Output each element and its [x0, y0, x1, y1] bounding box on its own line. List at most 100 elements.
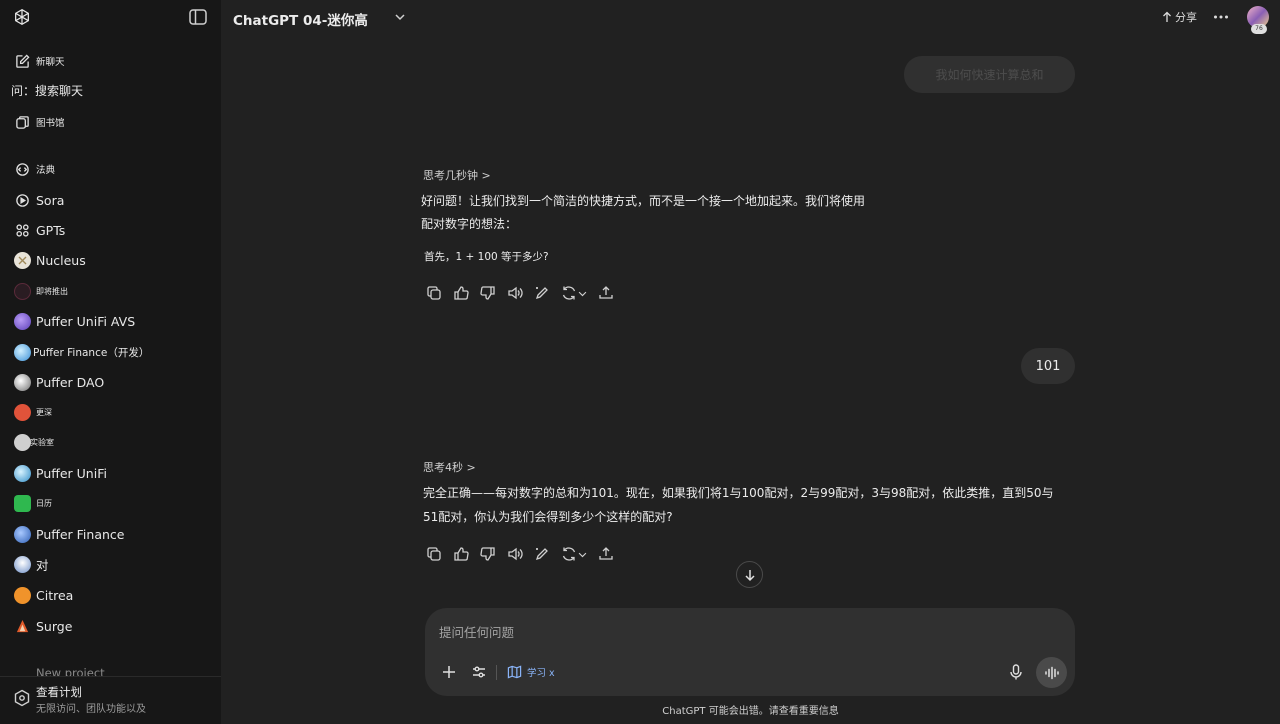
- model-selector[interactable]: ChatGPT 04-迷你高: [233, 9, 368, 29]
- speaker-icon: [508, 547, 523, 561]
- copy-button[interactable]: [424, 544, 444, 564]
- sidebar-item-label: Sora: [36, 192, 65, 208]
- message-actions: [424, 543, 623, 565]
- study-mode-chip[interactable]: 学习 x: [507, 662, 555, 682]
- sidebar-item-calendar[interactable]: 日历: [0, 489, 221, 517]
- chatgpt-app: 新聊天 问：搜索聊天 图书馆 法典 Sora GPTs Nucleus 即将推出…: [0, 0, 1280, 724]
- codex-icon: [13, 160, 31, 178]
- assistant-text-line: 好问题！让我们找到一个简洁的快捷方式，而不是一个接一个地加起来。我们将使用: [421, 194, 866, 208]
- thumbs-up-icon: [454, 547, 469, 561]
- regenerate-button[interactable]: [559, 283, 589, 303]
- copy-icon: [427, 547, 441, 561]
- sidebar-item-library[interactable]: 图书馆: [0, 108, 221, 136]
- sidebar-item-surge[interactable]: Surge: [0, 612, 221, 640]
- sidebar-item-label: 法典: [36, 165, 56, 176]
- study-mode-label: 学习 x: [527, 668, 555, 679]
- copy-button[interactable]: [424, 283, 444, 303]
- pencil-sparkle-icon: [535, 287, 548, 300]
- sidebar-item-label: 更深: [36, 407, 52, 417]
- sidebar-item-new-chat[interactable]: 新聊天: [0, 47, 221, 75]
- sidebar-item-label: 新聊天: [36, 57, 65, 68]
- pencil-sparkle-icon: [535, 548, 548, 561]
- share-icon: [1163, 11, 1171, 22]
- read-aloud-button[interactable]: [505, 283, 525, 303]
- more-options-icon[interactable]: [1212, 9, 1230, 25]
- chevron-down-icon: [578, 291, 586, 296]
- sidebar-item-citrea[interactable]: Citrea: [0, 581, 221, 609]
- openai-logo-icon[interactable]: [12, 7, 32, 27]
- chevron-down-icon: [578, 552, 586, 557]
- edit-button[interactable]: [532, 544, 552, 564]
- library-icon: [13, 113, 31, 131]
- user-message: 101: [1021, 348, 1075, 384]
- sidebar-item-puffer-unifi-avs[interactable]: Puffer UniFi AVS: [0, 307, 221, 335]
- read-aloud-button[interactable]: [505, 544, 525, 564]
- thinking-toggle[interactable]: 思考几秒钟 >: [423, 167, 491, 183]
- copy-icon: [427, 286, 441, 300]
- sidebar-item-label: 图书馆: [36, 118, 65, 129]
- deeper-avatar-icon: [13, 403, 31, 421]
- sidebar-item-label: 实验室: [30, 437, 54, 447]
- sidebar-item-label: 对: [36, 557, 49, 573]
- thumbs-up-button[interactable]: [451, 283, 471, 303]
- thumbs-down-icon: [480, 286, 495, 300]
- sidebar-item-label: Puffer UniFi AVS: [36, 313, 136, 329]
- refresh-icon: [562, 286, 575, 300]
- sidebar-item-dui[interactable]: 对: [0, 550, 221, 578]
- surge-avatar-icon: [13, 617, 31, 635]
- thinking-toggle[interactable]: 思考4秒 >: [423, 459, 476, 475]
- sidebar-item-puffer-dao[interactable]: Puffer DAO: [0, 368, 221, 396]
- sidebar-item-label: 即将推出: [36, 286, 68, 296]
- microphone-icon[interactable]: [1007, 663, 1025, 681]
- user-message: 我如何快速计算总和: [904, 56, 1075, 93]
- share-message-button[interactable]: [596, 544, 616, 564]
- sidebar-item-puffer-unifi[interactable]: Puffer UniFi: [0, 459, 221, 487]
- sidebar-item-codex[interactable]: 法典: [0, 155, 221, 183]
- thumbs-down-button[interactable]: [478, 283, 498, 303]
- voice-mode-button[interactable]: [1036, 657, 1067, 688]
- sidebar-item-deeper[interactable]: 更深: [0, 398, 221, 426]
- avatar-badge: 76: [1251, 24, 1267, 34]
- divider: [496, 665, 497, 680]
- sidebar-item-nucleus[interactable]: Nucleus: [0, 246, 221, 274]
- sidebar-item-coming-soon[interactable]: 即将推出: [0, 277, 221, 305]
- puffer-unifi-avs-avatar-icon: [13, 312, 31, 330]
- assistant-text-line: 51配对，你认为我们会得到多少个这样的配对?: [423, 510, 673, 524]
- sidebar-item-gpts[interactable]: GPTs: [0, 216, 221, 244]
- sidebar-top: [0, 0, 221, 34]
- tools-icon[interactable]: [470, 663, 488, 681]
- dui-avatar-icon: [13, 555, 31, 573]
- scroll-to-bottom-button[interactable]: [736, 561, 763, 588]
- sidebar-item-puffer-finance-dev[interactable]: Puffer Finance（开发）: [0, 338, 221, 366]
- speaker-icon: [508, 286, 523, 300]
- calendar-avatar-icon: [13, 494, 31, 512]
- sidebar-item-search-chat[interactable]: 问：搜索聊天: [0, 76, 221, 104]
- share-button[interactable]: 分享: [1162, 9, 1197, 25]
- arrow-down-icon: [744, 569, 755, 581]
- chevron-down-icon[interactable]: [393, 10, 407, 24]
- share-message-button[interactable]: [596, 283, 616, 303]
- sidebar-toggle-icon[interactable]: [188, 8, 208, 26]
- composer: 学习 x: [425, 608, 1075, 696]
- thumbs-down-button[interactable]: [478, 544, 498, 564]
- voice-waveform-icon: [1044, 666, 1059, 679]
- sidebar-item-label: GPTs: [36, 222, 66, 238]
- refresh-icon: [562, 547, 575, 561]
- sidebar-item-label: Puffer Finance: [36, 526, 125, 542]
- sidebar: 新聊天 问：搜索聊天 图书馆 法典 Sora GPTs Nucleus 即将推出…: [0, 0, 221, 724]
- thumbs-up-button[interactable]: [451, 544, 471, 564]
- assistant-text-line: 配对数字的想法：: [421, 217, 518, 231]
- edit-button[interactable]: [532, 283, 552, 303]
- sidebar-item-puffer-finance[interactable]: Puffer Finance: [0, 520, 221, 548]
- regenerate-button[interactable]: [559, 544, 589, 564]
- assistant-text-line: 首先，1 + 100 等于多少?: [424, 251, 549, 263]
- sidebar-item-lab[interactable]: 实验室: [0, 428, 221, 456]
- sidebar-item-label: Surge: [36, 618, 73, 634]
- sidebar-item-sora[interactable]: Sora: [0, 186, 221, 214]
- puffer-finance-avatar-icon: [13, 525, 31, 543]
- upgrade-title: 查看计划: [36, 685, 82, 699]
- upload-icon: [599, 286, 613, 299]
- prompt-input[interactable]: [439, 621, 999, 643]
- plus-icon[interactable]: [440, 663, 458, 681]
- sora-icon: [13, 191, 31, 209]
